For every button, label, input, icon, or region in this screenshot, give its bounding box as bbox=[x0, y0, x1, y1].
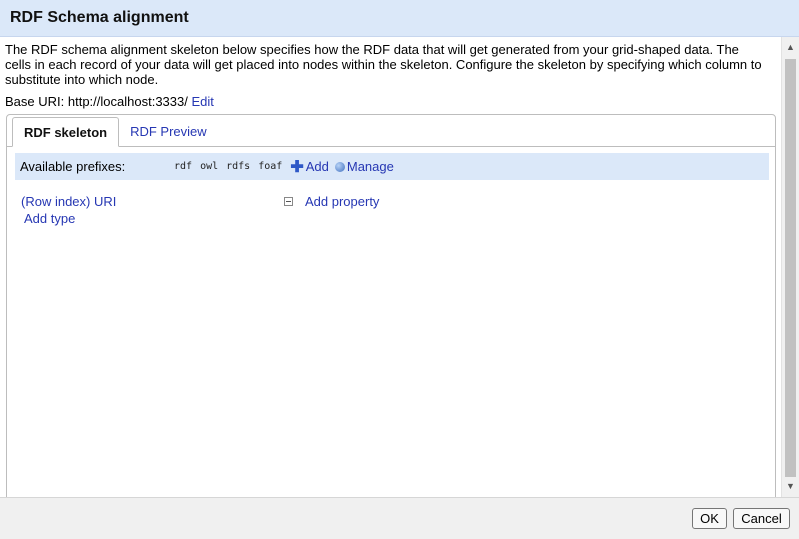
add-prefix-link[interactable]: Add bbox=[306, 159, 329, 174]
manage-gear-icon[interactable] bbox=[334, 161, 345, 172]
dialog-footer: OK Cancel bbox=[0, 497, 799, 539]
prefix-foaf[interactable]: foaf bbox=[258, 161, 282, 172]
scroll-up-arrow-icon[interactable]: ▲ bbox=[782, 39, 799, 56]
collapse-icon[interactable] bbox=[284, 197, 293, 206]
base-uri-row: Base URI: http://localhost:3333/ Edit bbox=[5, 94, 214, 109]
manage-prefixes-link[interactable]: Manage bbox=[347, 159, 394, 174]
base-uri-label: Base URI: bbox=[5, 94, 65, 109]
prefix-owl[interactable]: owl bbox=[200, 161, 218, 172]
subject-node-link[interactable]: (Row index) URI bbox=[21, 194, 116, 209]
add-type-link[interactable]: Add type bbox=[24, 211, 75, 226]
tab-rdf-preview[interactable]: RDF Preview bbox=[119, 116, 218, 146]
add-property-link[interactable]: Add property bbox=[305, 194, 379, 209]
ok-button[interactable]: OK bbox=[692, 508, 727, 529]
vertical-scrollbar[interactable]: ▲ ▼ bbox=[781, 37, 799, 497]
prefixes-label: Available prefixes: bbox=[20, 159, 126, 174]
base-uri-value: http://localhost:3333/ bbox=[67, 94, 188, 109]
tab-divider bbox=[7, 146, 775, 147]
prefix-rdfs[interactable]: rdfs bbox=[226, 161, 250, 172]
tab-rdf-skeleton[interactable]: RDF skeleton bbox=[12, 117, 120, 147]
tab-bar: RDF skeleton RDF Preview bbox=[12, 115, 218, 147]
scroll-thumb[interactable] bbox=[785, 59, 796, 477]
prefixes-bar: Available prefixes: rdf owl rdfs foaf ✚ … bbox=[15, 153, 769, 180]
prefix-rdf[interactable]: rdf bbox=[174, 161, 192, 172]
dialog-description: The RDF schema alignment skeleton below … bbox=[5, 42, 762, 87]
dialog-body: The RDF schema alignment skeleton below … bbox=[0, 37, 781, 497]
scroll-down-arrow-icon[interactable]: ▼ bbox=[782, 478, 799, 495]
tabs-panel: RDF skeleton RDF Preview Available prefi… bbox=[6, 114, 776, 497]
cancel-button[interactable]: Cancel bbox=[733, 508, 790, 529]
dialog-title: RDF Schema alignment bbox=[0, 0, 799, 37]
base-uri-edit-link[interactable]: Edit bbox=[191, 94, 213, 109]
plus-icon[interactable]: ✚ bbox=[290, 157, 303, 177]
